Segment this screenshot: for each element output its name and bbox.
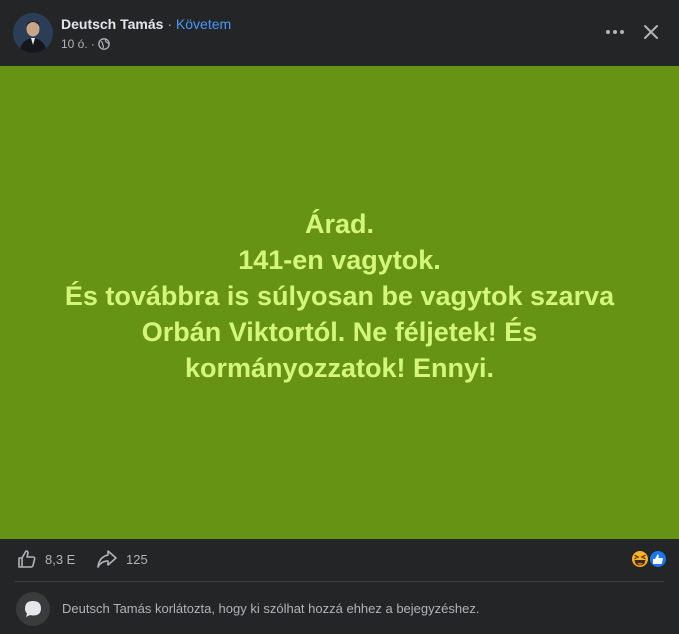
post-meta: 10 ó. · bbox=[61, 37, 110, 51]
like-button[interactable]: 8,3 E bbox=[17, 549, 75, 569]
likes-count: 8,3 E bbox=[45, 551, 76, 567]
post-header: Deutsch Tamás · Követem 10 ó. · bbox=[0, 0, 679, 66]
post-card: Deutsch Tamás · Követem 10 ó. · Árad. 14… bbox=[0, 0, 679, 634]
more-horizontal-icon bbox=[606, 30, 624, 34]
separator-dot: · bbox=[167, 16, 173, 32]
shares-count: 125 bbox=[126, 551, 148, 567]
post-text-line: Árad. bbox=[304, 208, 375, 239]
more-options-button[interactable] bbox=[600, 17, 630, 47]
close-icon bbox=[644, 25, 658, 39]
divider bbox=[15, 581, 664, 582]
author-line: Deutsch Tamás · Követem bbox=[61, 16, 231, 32]
author-avatar[interactable] bbox=[13, 13, 53, 53]
post-text-line: Orbán Viktortól. Ne féljetek! És bbox=[141, 316, 538, 347]
follow-link[interactable]: Követem bbox=[176, 16, 231, 32]
share-icon bbox=[97, 550, 117, 568]
like-icon bbox=[18, 550, 36, 568]
globe-icon bbox=[97, 38, 110, 50]
meta-separator: · bbox=[90, 37, 95, 51]
comment-restriction-note: Deutsch Tamás korlátozta, hogy ki szólha… bbox=[62, 601, 480, 616]
author-name[interactable]: Deutsch Tamás bbox=[61, 16, 163, 32]
post-text-line: És továbbra is súlyosan be vagytok szarv… bbox=[64, 280, 615, 311]
like-reaction-icon bbox=[648, 549, 668, 569]
post-content[interactable]: Árad. 141-en vagytok. És továbbra is súl… bbox=[0, 66, 679, 539]
comment-bubble-icon bbox=[16, 592, 50, 626]
haha-reaction-icon bbox=[630, 549, 650, 569]
post-text-line: kormányozzatok! Ennyi. bbox=[184, 352, 495, 383]
stats-bar: 8,3 E 125 bbox=[0, 539, 679, 581]
comment-restriction: Deutsch Tamás korlátozta, hogy ki szólha… bbox=[0, 590, 679, 630]
post-text-line: 141-en vagytok. bbox=[238, 244, 441, 275]
close-button[interactable] bbox=[636, 17, 666, 47]
reactions-summary[interactable] bbox=[629, 549, 669, 569]
post-text: Árad. 141-en vagytok. És továbbra is súl… bbox=[30, 206, 650, 386]
post-time[interactable]: 10 ó. bbox=[61, 37, 88, 51]
share-button[interactable]: 125 bbox=[96, 549, 148, 569]
